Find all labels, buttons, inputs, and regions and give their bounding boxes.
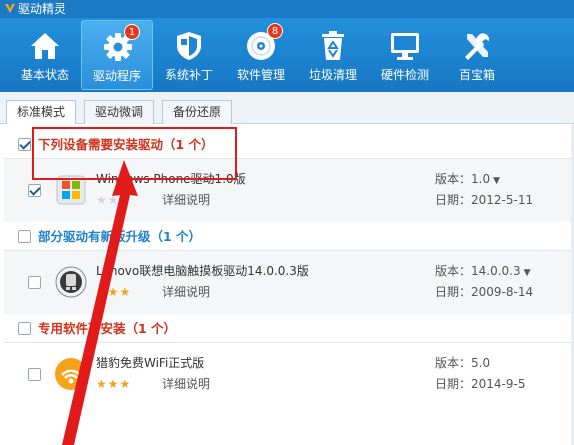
star-icon: ★: [107, 377, 119, 391]
rating-stars: ★★★: [96, 285, 131, 299]
mode-tabs: 标准模式 驱动微调 备份还原: [0, 92, 574, 125]
tab-standard-mode[interactable]: 标准模式: [6, 100, 77, 125]
version-text: 版本：5.0: [435, 356, 491, 370]
star-icon: ★: [96, 285, 107, 299]
recycle-bin-icon: [322, 31, 344, 60]
section-select-checkbox[interactable]: [18, 230, 31, 243]
toolbar-label: 软件管理: [236, 68, 285, 82]
tab-driver-tuning[interactable]: 驱动微调: [84, 100, 155, 124]
star-icon: ★: [119, 377, 131, 391]
release-date: 日期：2014-9-5: [435, 377, 526, 391]
section-title: 部分驱动有新版升级（1 个）: [38, 229, 202, 244]
tab-backup-restore[interactable]: 备份还原: [162, 100, 233, 124]
release-date: 日期：2009-8-14: [435, 285, 534, 299]
toolbar-item-toolbox[interactable]: 百宝箱: [441, 20, 513, 90]
toolbar-label: 系统补丁: [164, 68, 213, 82]
app-logo-icon: [5, 4, 15, 13]
chevron-down-icon: ▼: [523, 268, 531, 278]
home-icon: [31, 33, 59, 59]
version-dropdown[interactable]: 版本：1.0 ▼: [435, 172, 500, 188]
toolbar-label: 硬件检测: [380, 68, 429, 82]
toolbar-item-hardware[interactable]: 硬件检测: [369, 20, 441, 90]
star-icon: ★: [96, 193, 107, 207]
detail-link[interactable]: 详细说明: [162, 377, 210, 391]
toolbar-label: 百宝箱: [458, 68, 495, 82]
star-icon: ★: [119, 193, 131, 207]
item-select-checkbox[interactable]: [28, 276, 41, 289]
title-bar: 驱动精灵: [0, 0, 574, 18]
section-special-software: 专用软件可安装（1 个）: [0, 314, 574, 342]
version-dropdown[interactable]: 版本：14.0.0.3 ▼: [435, 264, 531, 280]
toolbar-label: 垃圾清理: [308, 68, 357, 82]
star-icon: ★: [107, 193, 119, 207]
toolbar-item-cleanup[interactable]: 垃圾清理: [297, 20, 369, 90]
version-text: 版本：14.0.0.3: [435, 264, 521, 278]
software-name: 猎豹免费WiFi正式版: [96, 356, 205, 370]
window-title: 驱动精灵: [18, 2, 67, 16]
chevron-down-icon: ▼: [493, 176, 501, 186]
section-upgrades: 部分驱动有新版升级（1 个）: [0, 222, 574, 250]
monitor-icon: [391, 33, 419, 60]
toolbar-label: 驱动程序: [92, 69, 141, 83]
rating-stars: ★★★: [96, 377, 131, 391]
toolbar-item-basic-status[interactable]: 基本状态: [9, 20, 81, 90]
tools-icon: [465, 33, 490, 60]
detail-link[interactable]: 详细说明: [162, 193, 210, 207]
toolbar-item-software[interactable]: 8 软件管理: [225, 20, 297, 90]
driver-name: Lenovo联想电脑触摸板驱动14.0.0.3版: [96, 264, 309, 278]
notification-badge: 8: [267, 23, 283, 39]
list-item[interactable]: Lenovo联想电脑触摸板驱动14.0.0.3版 ★★★ 详细说明 版本：14.…: [4, 250, 574, 314]
section-select-checkbox[interactable]: [18, 322, 31, 335]
toolbar-item-system-patch[interactable]: 系统补丁: [153, 20, 225, 90]
notification-badge: 1: [124, 24, 140, 40]
version-text: 版本：1.0: [435, 172, 491, 186]
main-toolbar: 基本状态 1 驱动程序 系统补丁 8 软件管理 垃圾清理 硬件检测 百宝箱: [0, 18, 574, 92]
toolbar-item-drivers[interactable]: 1 驱动程序: [81, 20, 153, 90]
toolbar-label: 基本状态: [20, 68, 69, 82]
highlight-box: [32, 127, 237, 180]
section-select-checkbox[interactable]: [18, 138, 31, 151]
touchpad-icon: [55, 266, 87, 298]
rating-stars: ★★★: [96, 193, 131, 207]
star-icon: ★: [107, 285, 119, 299]
shield-icon: [177, 32, 201, 60]
star-icon: ★: [96, 377, 107, 391]
release-date: 日期：2012-5-11: [435, 193, 534, 207]
item-select-checkbox[interactable]: [28, 184, 41, 197]
section-title: 专用软件可安装（1 个）: [38, 321, 177, 336]
wifi-icon: [55, 358, 87, 390]
item-select-checkbox[interactable]: [28, 368, 41, 381]
detail-link[interactable]: 详细说明: [162, 285, 210, 299]
star-icon: ★: [119, 285, 131, 299]
list-item[interactable]: 猎豹免费WiFi正式版 ★★★ 详细说明 版本：5.0 日期：2014-9-5: [4, 342, 574, 406]
